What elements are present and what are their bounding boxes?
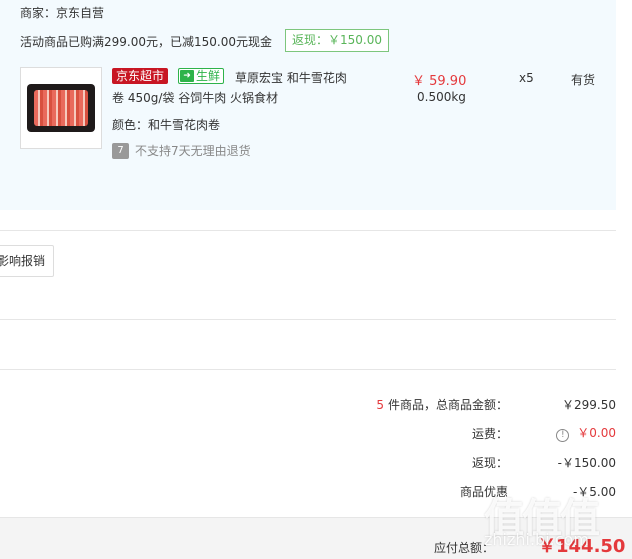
goods-total-label: 5 件商品，总商品金额： [376, 397, 508, 412]
info-icon[interactable]: ! [556, 429, 570, 442]
goods-total-row: 5 件商品，总商品金额： ￥299.50 [376, 395, 616, 413]
rebate-value: -￥150.00 [557, 455, 616, 470]
item-count: 5 [376, 397, 384, 412]
invoice-reimburse-button[interactable]: 影响报销 [0, 245, 54, 277]
fresh-badge-label: 生鲜 [196, 69, 221, 83]
no-return-icon: 7 [112, 142, 129, 159]
product-attribute: 颜色：和牛雪花肉卷 [112, 118, 221, 132]
divider [0, 369, 616, 370]
rebate-label: 返现： [471, 455, 508, 470]
divider [0, 319, 616, 320]
rebate-tag: 返现：￥150.00 [285, 29, 389, 52]
stock-status: 有货 [571, 73, 596, 87]
product-price: ￥ 59.90 [412, 74, 467, 89]
watermark-url: zhizhi.bi.com [484, 530, 589, 549]
shipping-label: 运费： [471, 426, 508, 441]
product-name-link[interactable]: 草原宏宝 和牛雪花肉 [235, 69, 347, 86]
no-return-text: 不支持7天无理由退货 [135, 144, 251, 158]
order-item-panel: 商家：京东自营 活动商品已购满299.00元，已减150.00元现金 返现：￥1… [0, 0, 616, 210]
goods-total-value: ￥299.50 [562, 397, 616, 412]
product-name-link-2[interactable]: 卷 450g/袋 谷饲牛肉 火锅食材 [112, 89, 278, 106]
product-thumbnail[interactable] [20, 67, 102, 149]
shipping-row: 运费： ! ￥0.00 [472, 424, 616, 442]
product-quantity: x5 [519, 71, 534, 85]
seller-label: 商家：京东自营 [20, 6, 105, 20]
promo-text: 活动商品已购满299.00元，已减150.00元现金 [20, 35, 272, 49]
fresh-leaf-icon: ➜ [180, 70, 194, 82]
rebate-row: 返现： -￥150.00 [472, 453, 616, 471]
no-return-notice: 7 不支持7天无理由退货 [112, 142, 251, 159]
jd-supermarket-badge: 京东超市 [112, 68, 169, 84]
fresh-badge: ➜ 生鲜 [178, 68, 225, 84]
beef-roll-image [27, 84, 95, 132]
product-weight: 0.500kg [417, 90, 466, 104]
divider [0, 230, 616, 231]
shipping-value: ￥0.00 [577, 426, 616, 440]
